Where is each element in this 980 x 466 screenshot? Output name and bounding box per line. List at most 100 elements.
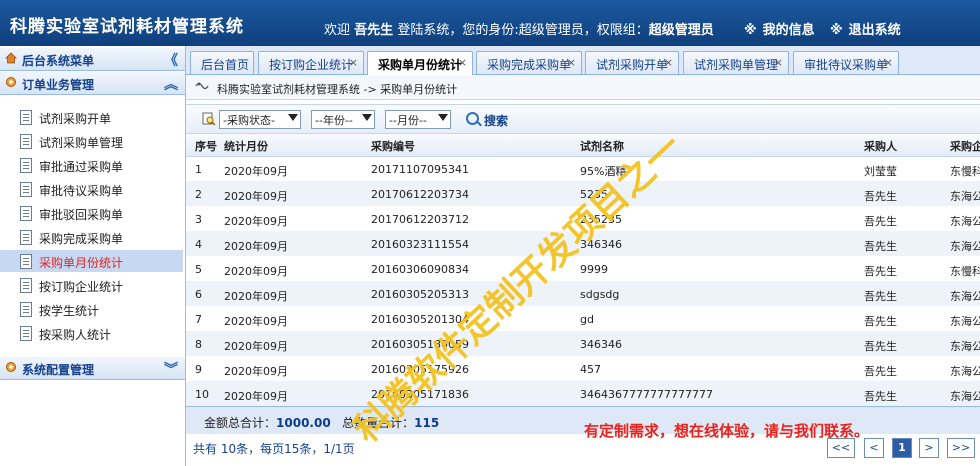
pagination-info: 共有 10条，每页15条，1/1页 [193,442,355,456]
table-cell: 2020年09月 [224,240,288,253]
month-select[interactable]: --月份-- [385,110,451,129]
table-cell: 东海公 [950,240,980,253]
table-row[interactable]: 8 2020年09月 20160305180059 346346 吾先生 东海公 [186,331,980,356]
table-row[interactable]: 9 2020年09月 20160305175926 457 吾先生 东海公 [186,356,980,381]
tab-monthly-stats[interactable]: 采购单月份统计 × [367,51,473,75]
chevron-down-icon [438,114,448,121]
collapse-section-icon[interactable]: ︽ [164,74,178,94]
document-icon [20,158,32,173]
tab-label: 采购单月份统计 [378,58,463,72]
close-icon[interactable]: × [567,56,576,69]
tab-bar: 后台首页 按订购企业统计 × 采购单月份统计 × 采购完成采购单 × 试剂采购开… [186,46,980,75]
tab-completed[interactable]: 采购完成采购单 × [476,51,582,74]
status-select[interactable]: -采购状态- [219,110,301,129]
search-button-label: 搜索 [484,114,509,128]
tab-label: 采购完成采购单 [487,58,572,72]
document-icon [20,110,32,125]
table-cell: 东慢科 [950,265,980,278]
table-cell: 2020年09月 [224,340,288,353]
column-header: 采购人 [864,140,897,153]
sidebar-item-approved[interactable]: 审批通过采购单 [0,154,183,176]
sidebar-menu-header[interactable]: 后台系统菜单 《 [0,48,185,71]
table-cell: 8 [195,338,202,351]
tab-reagent-order[interactable]: 试剂采购开单 × [585,51,679,74]
sidebar-item-reagent-order[interactable]: 试剂采购开单 [0,106,183,128]
table-cell: 2020年09月 [224,215,288,228]
table-row[interactable]: 5 2020年09月 20160306090834 9999 吾先生 东慢科 [186,256,980,281]
order-section-header[interactable]: 订单业务管理 ︽ [0,72,185,95]
sidebar-item-pending[interactable]: 审批待议采购单 [0,178,183,200]
sidebar-item-company-stats[interactable]: 按订购企业统计 [0,274,183,296]
table-cell: 9999 [580,263,608,276]
close-icon[interactable]: × [664,56,673,69]
table-row[interactable]: 1 2020年09月 20171107095341 95%酒精 刘莹莹 东慢科 [186,156,980,181]
table-row[interactable]: 7 2020年09月 20160305201304 gd 吾先生 东海公 [186,306,980,331]
gear-icon [6,362,16,372]
my-info-link[interactable]: ※ 我的信息 [744,19,815,38]
table-cell: 20170612203712 [371,213,469,226]
table-cell: sdgsdg [580,288,620,301]
tab-home[interactable]: 后台首页 [190,51,254,74]
table-cell: 东海公 [950,365,980,378]
sidebar-item-order-manage[interactable]: 试剂采购单管理 [0,130,183,152]
year-select-value: --年份-- [315,114,353,127]
collapse-sidebar-icon[interactable]: 《 [164,50,178,70]
my-info-label: 我的信息 [762,23,815,38]
current-page-button[interactable]: 1 [892,438,912,458]
table-cell: 吾先生 [864,290,897,303]
next-page-button[interactable]: > [919,438,939,458]
close-icon[interactable]: × [774,56,783,69]
table-cell: 东慢科 [950,165,980,178]
tab-label: 试剂采购单管理 [694,58,779,72]
sidebar-item-purchaser-stats[interactable]: 按采购人统计 [0,322,183,344]
column-header: 统计月份 [224,140,268,153]
table-cell: 20160305205313 [371,288,469,301]
close-icon[interactable]: × [349,56,358,69]
sidebar-item-completed[interactable]: 采购完成采购单 [0,226,183,248]
sidebar-item-rejected[interactable]: 审批驳回采购单 [0,202,183,224]
table-row[interactable]: 10 2020年09月 20160305171836 3464367777777777… [186,381,980,406]
table-cell: 2020年09月 [224,265,288,278]
app-title: 科腾实验室试剂耗材管理系统 [10,17,244,37]
search-icon [466,112,479,125]
breadcrumb-text: 科腾实验室试剂耗材管理系统 -> 采购单月份统计 [217,83,458,96]
tab-order-manage[interactable]: 试剂采购单管理 × [683,51,789,74]
expand-section-icon[interactable]: ︾ [164,359,178,379]
table-cell: 346346 [580,338,622,351]
filter-toolbar: -采购状态- --年份-- --月份-- 搜索 [186,104,980,134]
table-cell: 20171107095341 [371,163,469,176]
order-section-title: 订单业务管理 [22,78,95,92]
home-icon [5,52,17,64]
sidebar-item-label: 审批待议采购单 [39,184,124,198]
table-cell: 3464367777777777777 [580,388,713,401]
sidebar-item-monthly-stats[interactable]: 采购单月份统计 [0,250,183,272]
logout-link[interactable]: ※ 退出系统 [830,19,901,38]
tab-company-stats[interactable]: 按订购企业统计 × [258,51,364,74]
close-icon[interactable]: × [458,56,467,69]
table-cell: 吾先生 [864,390,897,403]
table-cell: 2020年09月 [224,190,288,203]
table-cell: 2020年09月 [224,290,288,303]
config-section-header[interactable]: 系统配置管理 ︾ [0,357,185,380]
first-page-button[interactable]: << [827,438,855,458]
tab-label: 按订购企业统计 [269,58,354,72]
table-cell: 10 [195,388,209,401]
tab-pending[interactable]: 审批待议采购单 × [793,51,899,74]
document-icon [20,326,32,341]
close-icon[interactable]: × [884,56,893,69]
table-row[interactable]: 6 2020年09月 20160305205313 sdgsdg 吾先生 东海公 [186,281,980,306]
table-cell: 东海公 [950,315,980,328]
year-select[interactable]: --年份-- [311,110,375,129]
sidebar-item-student-stats[interactable]: 按学生统计 [0,298,183,320]
table-cell: 20160323111554 [371,238,469,251]
table-cell: 9 [195,363,202,376]
search-document-icon [202,112,216,126]
sidebar-menu-title: 后台系统菜单 [22,54,95,68]
sidebar-item-label: 审批驳回采购单 [39,208,124,222]
last-page-button[interactable]: >> [947,438,975,458]
table-cell: 吾先生 [864,315,897,328]
table-cell: 东海公 [950,190,980,203]
column-header: 采购编号 [371,140,415,153]
reference-mark-icon: ※ [830,23,843,38]
prev-page-button[interactable]: < [864,438,884,458]
